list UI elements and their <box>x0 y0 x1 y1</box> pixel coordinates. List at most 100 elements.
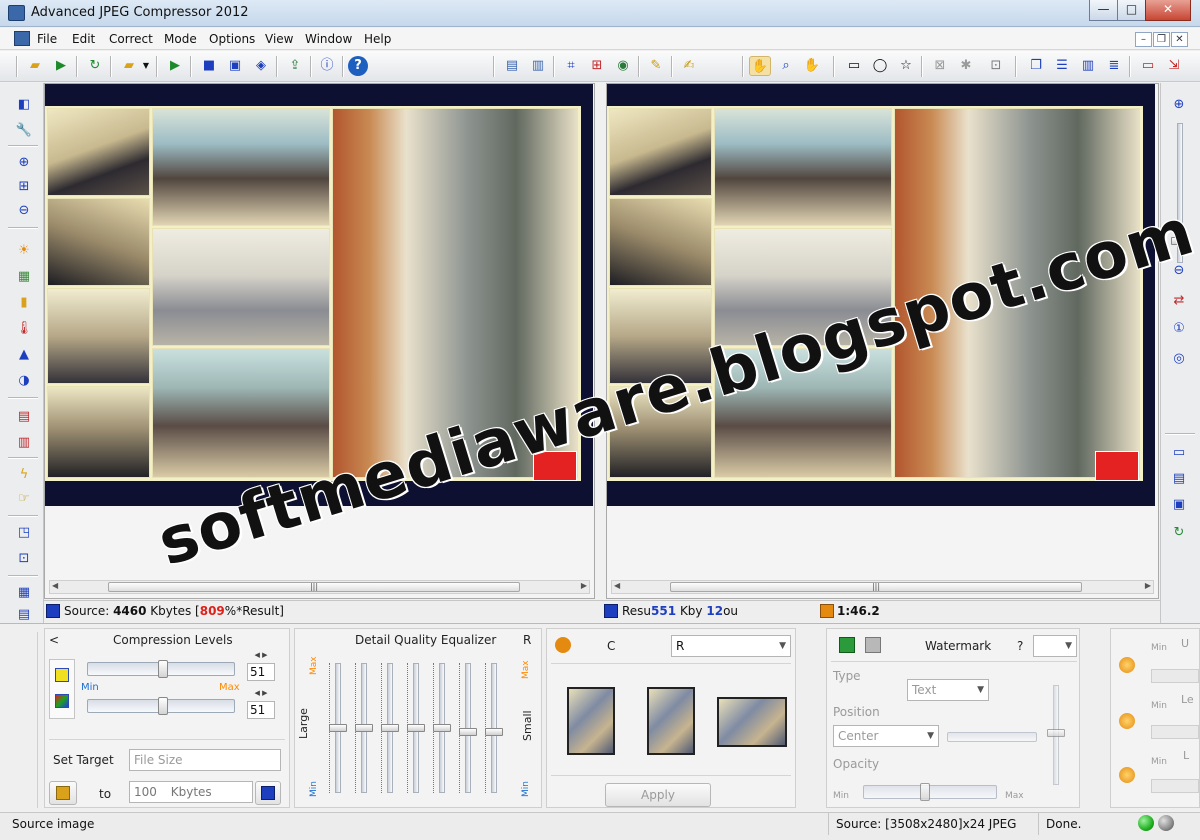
spin-buttons-2[interactable]: ◀ ▶ <box>247 689 275 699</box>
watermark-help[interactable]: ? <box>1017 639 1023 653</box>
source-scroll-thumb[interactable]: ||| <box>108 582 520 592</box>
rect-select-icon[interactable]: ▭ <box>843 56 865 76</box>
eq-band-knob[interactable] <box>485 728 503 736</box>
hand-tool-icon[interactable]: ✋ <box>749 56 771 76</box>
image-icon[interactable]: ▦ <box>14 267 34 287</box>
chroma-icon[interactable] <box>55 694 69 708</box>
document-icon[interactable] <box>14 31 30 46</box>
menu-view[interactable]: View <box>265 32 293 46</box>
target-size-input[interactable]: File Size <box>129 749 281 771</box>
layout-icon[interactable]: ▤ <box>14 605 34 625</box>
menu-edit[interactable]: Edit <box>72 32 95 46</box>
curves-icon[interactable]: ▥ <box>14 433 34 453</box>
apply-button[interactable]: Apply <box>605 783 711 807</box>
mdi-minimize-button[interactable]: – <box>1135 32 1152 47</box>
compare-icon[interactable]: ▥ <box>527 56 549 76</box>
option-icon-1[interactable] <box>1119 657 1135 673</box>
fit-window-icon[interactable]: ⇲ <box>1163 56 1185 76</box>
remove-watermark-icon[interactable] <box>865 637 881 653</box>
option-icon-2[interactable] <box>1119 713 1135 729</box>
luma-value-input[interactable]: 51 <box>247 663 275 681</box>
extra-slider-2[interactable] <box>1151 725 1199 739</box>
save-icon[interactable]: ■ <box>198 56 220 76</box>
lasso-select-icon[interactable]: ☆ <box>895 56 917 76</box>
lightning-icon[interactable]: ϟ <box>14 465 34 485</box>
batch-icon[interactable]: ▶ <box>50 56 72 76</box>
zoom-in-icon[interactable]: ⊕ <box>1169 95 1189 115</box>
view-split-icon[interactable]: ▭ <box>1169 443 1189 463</box>
eq-band-knob[interactable] <box>433 724 451 732</box>
preset-thumb-landscape[interactable] <box>717 697 787 747</box>
deselect-icon[interactable]: ⊠ <box>929 56 951 76</box>
info-icon[interactable]: ⓘ <box>316 56 338 76</box>
save-as-icon[interactable]: ▣ <box>224 56 246 76</box>
watermark-preset-combo[interactable]: ▼ <box>1033 635 1077 657</box>
source-hscrollbar[interactable]: ◀ ||| ▶ <box>49 580 590 594</box>
compare-zoom-icon[interactable]: ⊡ <box>14 549 34 569</box>
magic-wand-icon[interactable]: ✱ <box>955 56 977 76</box>
crop-icon[interactable]: ⌗ <box>560 56 582 76</box>
opacity-slider[interactable] <box>863 785 997 799</box>
view-single-icon[interactable]: ▤ <box>1169 469 1189 489</box>
edit-icon[interactable]: ✎ <box>645 56 667 76</box>
panel-grip[interactable] <box>14 632 38 808</box>
view-source-icon[interactable]: ◧ <box>14 95 34 115</box>
save-web-icon[interactable]: ◈ <box>250 56 272 76</box>
option-icon-3[interactable] <box>1119 767 1135 783</box>
mdi-close-button[interactable]: ✕ <box>1171 32 1188 47</box>
chroma-value-input[interactable]: 51 <box>247 701 275 719</box>
app-icon[interactable] <box>8 5 25 21</box>
close-button[interactable]: ✕ <box>1145 0 1191 21</box>
eq-band-knob[interactable] <box>329 724 347 732</box>
tile-vertical-icon[interactable]: ▥ <box>1077 56 1099 76</box>
cascade-icon[interactable]: ❐ <box>1025 56 1047 76</box>
preset-combo[interactable]: R ▼ <box>671 635 791 657</box>
select-all-icon[interactable]: ⊡ <box>985 56 1007 76</box>
chroma-slider-knob[interactable] <box>158 697 168 715</box>
help-icon[interactable]: ? <box>348 56 368 76</box>
maximize-button[interactable]: □ <box>1117 0 1146 21</box>
position-slider[interactable] <box>947 732 1037 742</box>
point-icon[interactable]: ☞ <box>14 489 34 509</box>
window-icon[interactable]: ▭ <box>1137 56 1159 76</box>
minimize-button[interactable]: — <box>1089 0 1118 21</box>
menu-correct[interactable]: Correct <box>109 32 153 46</box>
open-recent-icon[interactable]: ▰ <box>118 56 140 76</box>
preset-thumb-portrait-2[interactable] <box>647 687 695 755</box>
export-icon[interactable]: ⇪ <box>284 56 306 76</box>
histogram-icon[interactable]: ▤ <box>14 407 34 427</box>
temperature-icon[interactable]: 🌡 <box>14 319 34 339</box>
view-stack-icon[interactable]: ▣ <box>1169 495 1189 515</box>
menu-help[interactable]: Help <box>364 32 391 46</box>
menu-file[interactable]: File <box>37 32 57 46</box>
type-combo[interactable]: Text ▼ <box>907 679 989 701</box>
refresh-icon[interactable]: ↻ <box>1169 523 1189 543</box>
navigator-icon[interactable]: ◎ <box>1169 349 1189 369</box>
apply-target-button[interactable] <box>49 781 77 805</box>
channel-switch[interactable] <box>49 659 75 719</box>
grid-icon[interactable]: ▦ <box>14 583 34 603</box>
contrast-icon[interactable]: ◑ <box>14 371 34 391</box>
sharpen-icon[interactable]: ▲ <box>14 345 34 365</box>
menu-options[interactable]: Options <box>209 32 255 46</box>
split-view-icon[interactable]: ▤ <box>501 56 523 76</box>
open-folder-icon[interactable]: ▰ <box>24 56 46 76</box>
tile-horizontal-icon[interactable]: ☰ <box>1051 56 1073 76</box>
eq-band-knob[interactable] <box>459 728 477 736</box>
zoom-fit-tool-icon[interactable]: ⊞ <box>14 177 34 197</box>
zoom-in-tool-icon[interactable]: ⊕ <box>14 153 34 173</box>
add-watermark-icon[interactable] <box>839 637 855 653</box>
eq-band-knob[interactable] <box>381 724 399 732</box>
zoom-out-tool-icon[interactable]: ⊖ <box>14 201 34 221</box>
extra-slider-1[interactable] <box>1151 669 1199 683</box>
eq-band-knob[interactable] <box>407 724 425 732</box>
arrange-icon[interactable]: ≣ <box>1103 56 1125 76</box>
chevron-down-icon[interactable]: ▼ <box>140 56 152 76</box>
fit-icon[interactable]: ⇄ <box>1169 291 1189 311</box>
size-vslider-knob[interactable] <box>1047 729 1065 737</box>
pan-tool-icon[interactable]: ✋ <box>801 56 823 76</box>
target-kbytes-input[interactable]: 100 Kbytes <box>129 781 253 803</box>
luma-slider-knob[interactable] <box>158 660 168 678</box>
result-hscrollbar[interactable]: ◀ ||| ▶ <box>611 580 1154 594</box>
zoom-tool-icon[interactable]: ⌕ <box>775 56 797 76</box>
